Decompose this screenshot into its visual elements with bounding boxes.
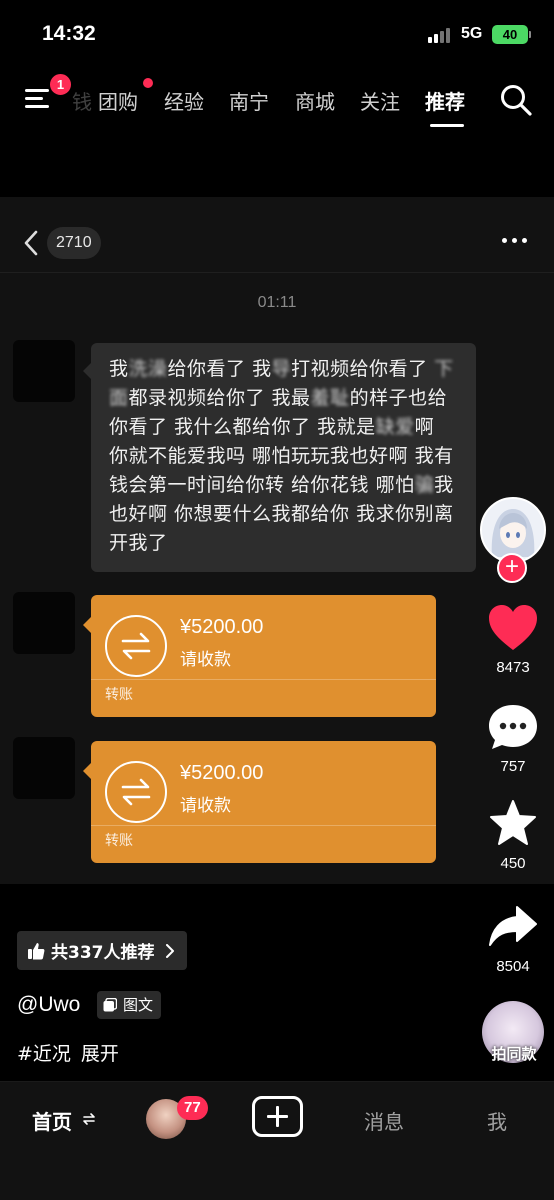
thumbs-up-icon xyxy=(28,942,45,959)
transfer-subtitle: 请收款 xyxy=(180,650,231,670)
post-type-badge: 图文 xyxy=(97,991,162,1019)
transfer-amount: ¥5200.00 xyxy=(180,616,264,638)
tab-experience[interactable]: 经验 xyxy=(164,86,204,115)
recommend-pill[interactable]: 共337人推荐 xyxy=(17,931,187,970)
tab-messages[interactable]: 消息 xyxy=(364,1106,404,1135)
tab-following[interactable]: 关注 xyxy=(360,86,400,115)
star-icon[interactable] xyxy=(487,799,539,847)
caption: #近况 展开 xyxy=(17,1039,129,1066)
chat-timestamp: 01:11 xyxy=(257,294,297,311)
chat-header: 2710 xyxy=(0,197,554,273)
battery-level: 40 xyxy=(502,27,518,42)
expand-link[interactable]: 展开 xyxy=(81,1043,119,1065)
comment-count: 757 xyxy=(500,758,526,775)
chevron-right-icon xyxy=(165,943,174,958)
sender-avatar xyxy=(13,340,75,402)
back-icon xyxy=(24,230,38,256)
anime-avatar-icon xyxy=(482,499,544,561)
chat-screenshot: 2710 01:11 我洗澡给你看了 我导打视频给你看了 下面都录视频给你了 我… xyxy=(0,197,554,884)
same-style-button[interactable]: 拍同款 xyxy=(476,1043,552,1064)
transfer-icon xyxy=(105,615,167,677)
message-text: 打视频给你看了 xyxy=(291,358,435,380)
message-text-blurred: 洗澡 xyxy=(128,358,168,380)
follow-button[interactable]: + xyxy=(497,553,527,583)
message-bubble: 我洗澡给你看了 我导打视频给你看了 下面都录视频给你了 我最羞耻的样子也给你看了… xyxy=(83,343,476,572)
transfer-label: 转账 xyxy=(105,833,133,849)
more-icon xyxy=(502,238,528,244)
comment-icon[interactable] xyxy=(487,703,539,751)
tab-me[interactable]: 我 xyxy=(487,1106,507,1135)
search-icon[interactable] xyxy=(499,83,533,117)
sender-avatar xyxy=(13,737,75,799)
message-text: 我 xyxy=(109,358,129,380)
post-type-label: 图文 xyxy=(123,996,154,1014)
transfer-subtitle: 请收款 xyxy=(180,796,231,816)
hashtag-link[interactable]: #近况 xyxy=(17,1043,71,1065)
divider xyxy=(91,679,436,680)
status-bar: 14:32 5G 40 xyxy=(0,0,554,70)
signal-icon xyxy=(428,27,454,43)
transfer-amount: ¥5200.00 xyxy=(180,762,264,784)
message-text: 都录视频给你了 我最 xyxy=(128,387,311,409)
gallery-icon xyxy=(103,998,117,1012)
message-text-blurred: 骗 xyxy=(414,474,435,496)
network-type: 5G xyxy=(461,25,483,42)
like-count: 8473 xyxy=(496,659,530,676)
transfer-label: 转账 xyxy=(105,687,133,703)
tab-mall[interactable]: 商城 xyxy=(295,86,335,115)
transfer-card: ¥5200.00 请收款 转账 xyxy=(83,741,436,863)
tab-notification-dot xyxy=(143,78,153,88)
refresh-icon xyxy=(83,1113,95,1125)
favorite-count: 450 xyxy=(500,855,526,872)
friends-badge: 77 xyxy=(177,1096,208,1120)
battery-icon: 40 xyxy=(492,25,531,44)
sender-avatar xyxy=(13,592,75,654)
message-text-blurred: 羞耻 xyxy=(310,387,350,409)
message-text-blurred: 缺爱 xyxy=(375,416,415,438)
bottom-tab-bar: 首页 77 消息 我 xyxy=(0,1081,554,1200)
heart-icon[interactable] xyxy=(487,604,539,652)
share-icon[interactable] xyxy=(487,903,539,951)
menu-icon[interactable] xyxy=(25,87,51,111)
tab-faded-edge: 钱 xyxy=(72,90,92,114)
tab-home[interactable]: 首页 xyxy=(32,1106,72,1135)
like-heart-shape xyxy=(489,605,537,650)
unread-count: 2710 xyxy=(47,227,101,259)
share-count: 8504 xyxy=(496,958,530,975)
status-time: 14:32 xyxy=(42,22,96,45)
create-button[interactable] xyxy=(252,1096,303,1137)
active-tab-indicator xyxy=(430,124,464,127)
divider xyxy=(91,825,436,826)
transfer-card: ¥5200.00 请收款 转账 xyxy=(83,595,436,717)
tab-recommend[interactable]: 推荐 xyxy=(425,86,465,115)
transfer-icon xyxy=(105,761,167,823)
tab-nanning[interactable]: 南宁 xyxy=(229,86,269,115)
top-nav: 1 钱 团购 经验 南宁 商城 关注 推荐 xyxy=(0,70,554,130)
recommend-text: 共337人推荐 xyxy=(51,943,155,963)
author-name[interactable]: @Uwo xyxy=(17,993,80,1017)
message-text: 给你看了 我 xyxy=(167,358,272,380)
menu-badge: 1 xyxy=(48,72,73,97)
tab-group-buy[interactable]: 团购 xyxy=(98,86,138,115)
message-text-blurred: 导 xyxy=(271,358,292,380)
